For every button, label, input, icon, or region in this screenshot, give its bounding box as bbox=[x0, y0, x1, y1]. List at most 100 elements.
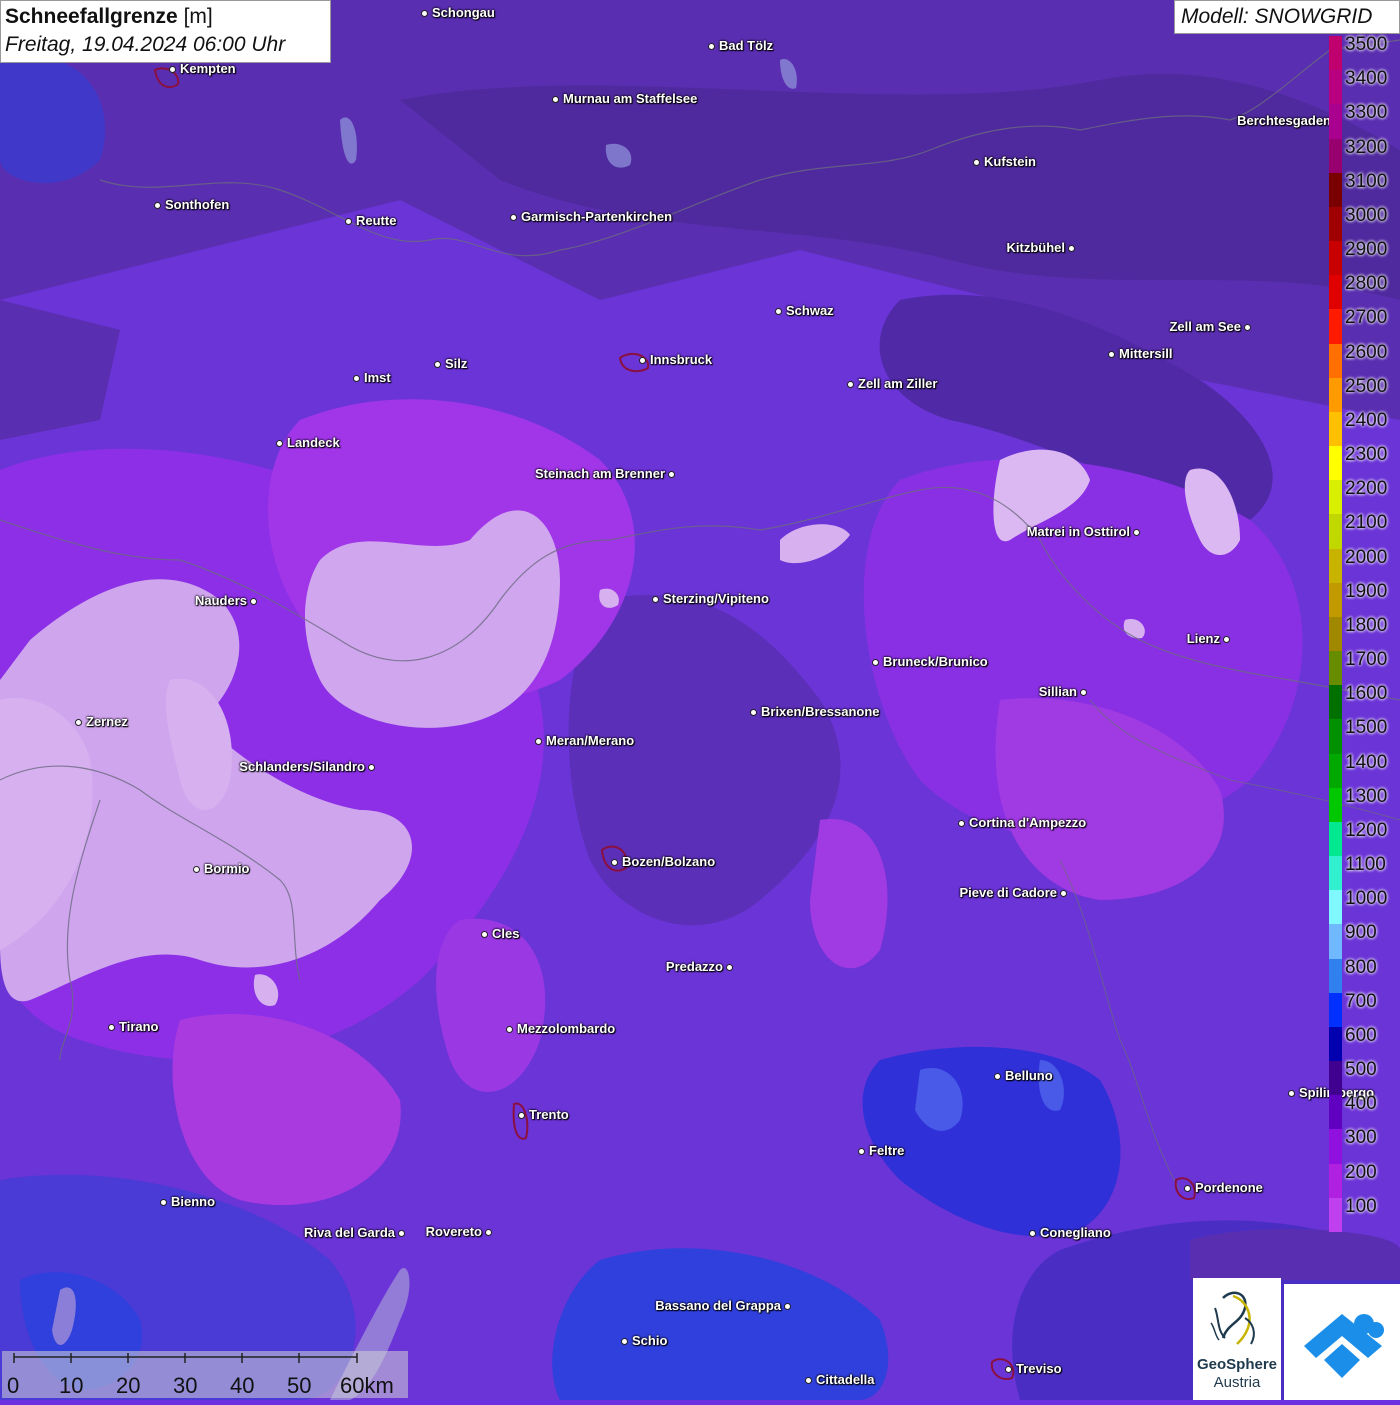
legend-color-swatch bbox=[1329, 309, 1342, 345]
city-label: Reutte bbox=[356, 213, 397, 228]
city-marker-dot[interactable] bbox=[651, 595, 659, 603]
city-marker-dot[interactable] bbox=[1287, 1089, 1295, 1097]
city-label: Tirano bbox=[119, 1019, 159, 1034]
map-title-main: Schneefallgrenze bbox=[5, 5, 178, 28]
city-marker-dot[interactable] bbox=[249, 597, 257, 605]
city-marker-dot[interactable] bbox=[275, 439, 283, 447]
scale-label-40: 40 bbox=[230, 1373, 255, 1398]
scale-bar: 0 10 20 30 40 50 60km bbox=[2, 1351, 408, 1398]
legend-color-swatch bbox=[1329, 821, 1342, 857]
legend-color-bar bbox=[1329, 36, 1342, 1233]
city-marker-dot[interactable] bbox=[159, 1198, 167, 1206]
legend-color-swatch bbox=[1329, 172, 1342, 208]
city-label: Steinach am Brenner bbox=[534, 466, 665, 481]
city-marker-dot[interactable] bbox=[509, 213, 517, 221]
legend-value-label: 1200 bbox=[1345, 819, 1388, 841]
city-marker-dot[interactable] bbox=[484, 1228, 492, 1236]
legend-value-label: 800 bbox=[1345, 956, 1377, 978]
city-label: Conegliano bbox=[1040, 1225, 1111, 1240]
legend-color-swatch bbox=[1329, 719, 1342, 755]
city-label: Berchtesgaden bbox=[1237, 113, 1331, 128]
legend-value-label: 2500 bbox=[1345, 375, 1388, 397]
legend-value-label: 2200 bbox=[1345, 478, 1388, 500]
city-marker-dot[interactable] bbox=[192, 865, 200, 873]
city-marker-dot[interactable] bbox=[397, 1229, 405, 1237]
legend-value-label: 2900 bbox=[1345, 239, 1388, 261]
legend-color-swatch bbox=[1329, 70, 1342, 105]
legend-color-swatch bbox=[1329, 787, 1342, 823]
city-label: Cles bbox=[492, 926, 520, 941]
city-marker-dot[interactable] bbox=[1079, 688, 1087, 696]
city-marker-dot[interactable] bbox=[551, 95, 559, 103]
city-marker-dot[interactable] bbox=[725, 963, 733, 971]
city-label: Sillian bbox=[1038, 684, 1077, 699]
legend-value-label: 1800 bbox=[1345, 614, 1388, 636]
city-marker-dot[interactable] bbox=[804, 1376, 812, 1384]
legend-color-swatch bbox=[1329, 377, 1342, 413]
city-marker-dot[interactable] bbox=[749, 708, 757, 716]
city-label: Lienz bbox=[1186, 631, 1220, 646]
city-marker-dot[interactable] bbox=[1059, 889, 1067, 897]
scale-label-10: 10 bbox=[59, 1373, 84, 1398]
city-marker-dot[interactable] bbox=[1183, 1184, 1191, 1192]
city-marker-dot[interactable] bbox=[168, 65, 176, 73]
legend-color-swatch bbox=[1329, 480, 1342, 515]
city-label: Schlanders/Silandro bbox=[239, 759, 365, 774]
city-label: Cortina d'Ampezzo bbox=[969, 815, 1087, 830]
city-marker-dot[interactable] bbox=[1132, 528, 1140, 536]
legend-color-swatch bbox=[1329, 1197, 1342, 1233]
legend-color-swatch bbox=[1329, 36, 1342, 71]
city-marker-dot[interactable] bbox=[857, 1147, 865, 1155]
city-marker-dot[interactable] bbox=[667, 470, 675, 478]
map-title-unit: [m] bbox=[183, 5, 213, 28]
city-marker-dot[interactable] bbox=[620, 1337, 628, 1345]
city-label: Cittadella bbox=[816, 1372, 875, 1387]
city-marker-dot[interactable] bbox=[871, 658, 879, 666]
city-marker-dot[interactable] bbox=[1028, 1229, 1036, 1237]
legend-value-label: 1000 bbox=[1345, 888, 1388, 910]
city-marker-dot[interactable] bbox=[1243, 323, 1251, 331]
city-marker-dot[interactable] bbox=[480, 930, 488, 938]
legend-value-label: 500 bbox=[1345, 1059, 1377, 1081]
austria-logo-text: Austria bbox=[1213, 1374, 1261, 1391]
city-marker-dot[interactable] bbox=[367, 763, 375, 771]
city-marker-dot[interactable] bbox=[534, 737, 542, 745]
legend-value-label: 2400 bbox=[1345, 409, 1388, 431]
city-marker-dot[interactable] bbox=[74, 718, 82, 726]
city-marker-dot[interactable] bbox=[993, 1072, 1001, 1080]
city-marker-dot[interactable] bbox=[774, 307, 782, 315]
city-marker-dot[interactable] bbox=[107, 1023, 115, 1031]
city-marker-dot[interactable] bbox=[1107, 350, 1115, 358]
legend-color-swatch bbox=[1329, 1129, 1342, 1165]
city-marker-dot[interactable] bbox=[344, 217, 352, 225]
city-marker-dot[interactable] bbox=[972, 158, 980, 166]
city-marker-dot[interactable] bbox=[638, 356, 646, 364]
city-marker-dot[interactable] bbox=[957, 819, 965, 827]
city-marker-dot[interactable] bbox=[707, 42, 715, 50]
legend-color-swatch bbox=[1329, 1061, 1342, 1096]
city-marker-dot[interactable] bbox=[153, 201, 161, 209]
city-label: Nauders bbox=[194, 593, 247, 608]
city-label: Meran/Merano bbox=[546, 733, 635, 748]
city-marker-dot[interactable] bbox=[352, 374, 360, 382]
city-label: Kempten bbox=[180, 61, 236, 76]
legend-color-swatch bbox=[1329, 548, 1342, 584]
city-marker-dot[interactable] bbox=[1067, 244, 1075, 252]
city-label: Mezzolombardo bbox=[517, 1021, 616, 1036]
city-marker-dot[interactable] bbox=[610, 858, 618, 866]
app-logo[interactable] bbox=[1284, 1284, 1400, 1400]
city-marker-dot[interactable] bbox=[1222, 635, 1230, 643]
scale-label-50: 50 bbox=[287, 1373, 312, 1398]
legend-value-label: 1700 bbox=[1345, 649, 1388, 671]
city-marker-dot[interactable] bbox=[1004, 1365, 1012, 1373]
city-marker-dot[interactable] bbox=[846, 380, 854, 388]
map-datetime: Freitag, 19.04.2024 06:00 Uhr bbox=[5, 33, 286, 56]
city-marker-dot[interactable] bbox=[433, 360, 441, 368]
scale-label-20: 20 bbox=[116, 1373, 141, 1398]
geosphere-austria-logo[interactable]: GeoSphere Austria bbox=[1193, 1278, 1281, 1400]
city-marker-dot[interactable] bbox=[517, 1111, 525, 1119]
legend-color-swatch bbox=[1329, 104, 1342, 139]
city-marker-dot[interactable] bbox=[505, 1025, 513, 1033]
city-marker-dot[interactable] bbox=[420, 9, 428, 17]
city-marker-dot[interactable] bbox=[783, 1302, 791, 1310]
